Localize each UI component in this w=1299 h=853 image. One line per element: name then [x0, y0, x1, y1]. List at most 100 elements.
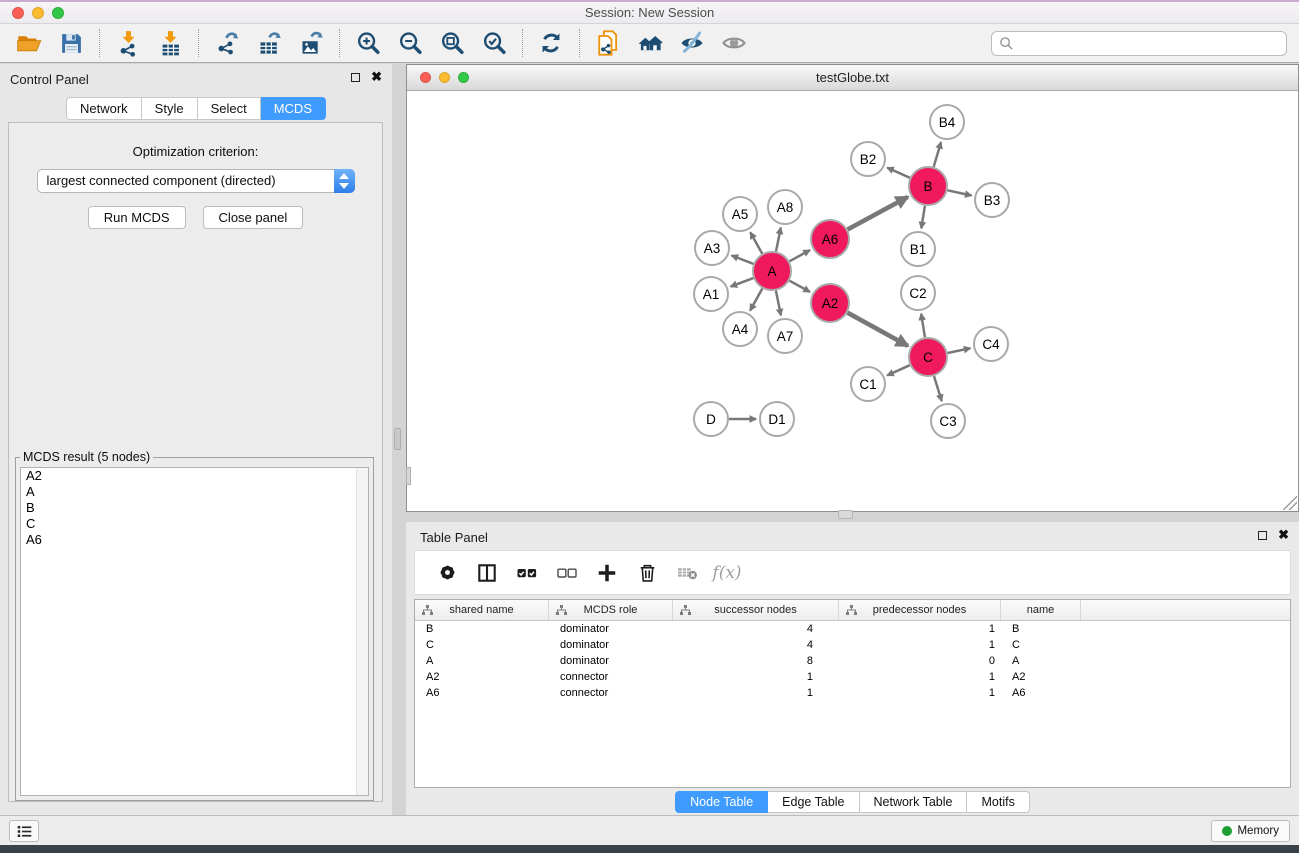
mcds-result-list[interactable]: A2ABCA6 [20, 467, 369, 796]
export-image-icon[interactable] [290, 27, 332, 59]
node-C[interactable]: C [909, 338, 947, 376]
edge-A-A5[interactable] [750, 232, 762, 253]
memory-button[interactable]: Memory [1211, 820, 1290, 842]
table-cell[interactable]: C [415, 637, 549, 653]
edge-A-A3[interactable] [732, 256, 754, 264]
tab-network[interactable]: Network [66, 97, 142, 120]
float-panel-icon[interactable] [351, 73, 360, 82]
tab-select[interactable]: Select [198, 97, 261, 120]
close-window-button[interactable] [12, 7, 24, 19]
table-cell[interactable]: 1 [839, 669, 1001, 685]
table-row[interactable]: A2connector11A2 [415, 669, 1290, 685]
import-table-icon[interactable] [149, 27, 191, 59]
table-row[interactable]: Cdominator41C [415, 637, 1290, 653]
table-settings-icon[interactable] [429, 556, 465, 590]
node-C3[interactable]: C3 [931, 404, 965, 438]
node-A2[interactable]: A2 [811, 284, 849, 322]
import-network-icon[interactable] [107, 27, 149, 59]
first-neighbors-icon[interactable] [629, 27, 671, 59]
edge-B-B3[interactable] [948, 190, 972, 195]
export-table-icon[interactable] [248, 27, 290, 59]
column-header-MCDS-role[interactable]: MCDS role [549, 600, 673, 620]
table-cell[interactable]: dominator [549, 637, 673, 653]
edge-B-B2[interactable] [887, 168, 910, 178]
zoom-out-icon[interactable] [389, 27, 431, 59]
scrollbar-track[interactable] [356, 468, 368, 795]
network-canvas[interactable]: B4B2BB3A8A5A6A3B1AC2A1A2A4A7C4CC1C3DD1 [407, 91, 1298, 511]
node-C1[interactable]: C1 [851, 367, 885, 401]
run-mcds-button[interactable]: Run MCDS [88, 206, 186, 229]
edge-C-C4[interactable] [948, 348, 971, 353]
column-header-shared-name[interactable]: shared name [415, 600, 549, 620]
zoom-selected-icon[interactable] [473, 27, 515, 59]
node-A[interactable]: A [753, 252, 791, 290]
close-panel-button[interactable]: Close panel [203, 206, 304, 229]
node-C2[interactable]: C2 [901, 276, 935, 310]
edge-A-A7[interactable] [776, 291, 781, 316]
mcds-result-item[interactable]: C [21, 516, 368, 532]
tab-mcds[interactable]: MCDS [261, 97, 326, 120]
task-history-button[interactable] [9, 820, 39, 842]
refresh-icon[interactable] [530, 27, 572, 59]
node-B3[interactable]: B3 [975, 183, 1009, 217]
edge-A-A6[interactable] [790, 250, 810, 261]
table-cell[interactable]: 4 [673, 621, 839, 637]
edge-A-A2[interactable] [790, 281, 810, 292]
delete-table-icon[interactable] [669, 556, 705, 590]
table-cell[interactable]: A2 [1001, 669, 1081, 685]
column-header-successor-nodes[interactable]: successor nodes [673, 600, 839, 620]
node-B1[interactable]: B1 [901, 232, 935, 266]
edge-A6-B[interactable] [848, 197, 908, 230]
search-input[interactable] [1014, 35, 1279, 51]
tab-edge-table[interactable]: Edge Table [768, 791, 859, 813]
hide-selected-icon[interactable] [671, 27, 713, 59]
node-B2[interactable]: B2 [851, 142, 885, 176]
table-cell[interactable]: A [1001, 653, 1081, 669]
table-cell[interactable]: connector [549, 685, 673, 701]
edge-A-A4[interactable] [750, 289, 762, 311]
edge-B-B1[interactable] [921, 206, 925, 229]
node-B[interactable]: B [909, 167, 947, 205]
node-B4[interactable]: B4 [930, 105, 964, 139]
table-cell[interactable]: A [415, 653, 549, 669]
zoom-in-icon[interactable] [347, 27, 389, 59]
node-A6[interactable]: A6 [811, 220, 849, 258]
network-window-titlebar[interactable]: testGlobe.txt [407, 65, 1298, 91]
function-builder-icon[interactable]: f(x) [709, 556, 745, 590]
zoom-fit-icon[interactable] [431, 27, 473, 59]
vertical-split-grip[interactable] [394, 428, 401, 450]
table-cell[interactable]: B [415, 621, 549, 637]
node-A5[interactable]: A5 [723, 197, 757, 231]
node-A3[interactable]: A3 [695, 231, 729, 265]
network-close-button[interactable] [420, 72, 431, 83]
edge-B-B4[interactable] [934, 142, 941, 167]
edge-A2-C[interactable] [848, 313, 908, 346]
table-row[interactable]: A6connector11A6 [415, 685, 1290, 701]
table-cell[interactable]: A2 [415, 669, 549, 685]
select-all-icon[interactable] [509, 556, 545, 590]
table-cell[interactable]: 8 [673, 653, 839, 669]
close-panel-icon[interactable]: ✖ [1278, 530, 1289, 540]
table-cell[interactable]: dominator [549, 621, 673, 637]
table-row[interactable]: Bdominator41B [415, 621, 1290, 637]
table-cell[interactable]: 0 [839, 653, 1001, 669]
save-session-icon[interactable] [50, 27, 92, 59]
new-network-from-selection-icon[interactable] [587, 27, 629, 59]
table-row[interactable]: Adominator80A [415, 653, 1290, 669]
edge-C-C1[interactable] [887, 365, 910, 375]
node-C4[interactable]: C4 [974, 327, 1008, 361]
criterion-dropdown[interactable]: largest connected component (directed) [37, 169, 355, 193]
node-D1[interactable]: D1 [760, 402, 794, 436]
table-cell[interactable]: A6 [1001, 685, 1081, 701]
tab-style[interactable]: Style [142, 97, 198, 120]
search-field[interactable] [991, 31, 1287, 56]
deselect-all-icon[interactable] [549, 556, 585, 590]
add-column-icon[interactable] [589, 556, 625, 590]
edge-C-C2[interactable] [921, 314, 925, 338]
open-session-icon[interactable] [8, 27, 50, 59]
edge-C-C3[interactable] [934, 376, 942, 401]
horizontal-split-grip[interactable] [838, 510, 853, 519]
tab-node-table[interactable]: Node Table [675, 791, 768, 813]
table-cell[interactable]: connector [549, 669, 673, 685]
table-cell[interactable]: 1 [673, 685, 839, 701]
